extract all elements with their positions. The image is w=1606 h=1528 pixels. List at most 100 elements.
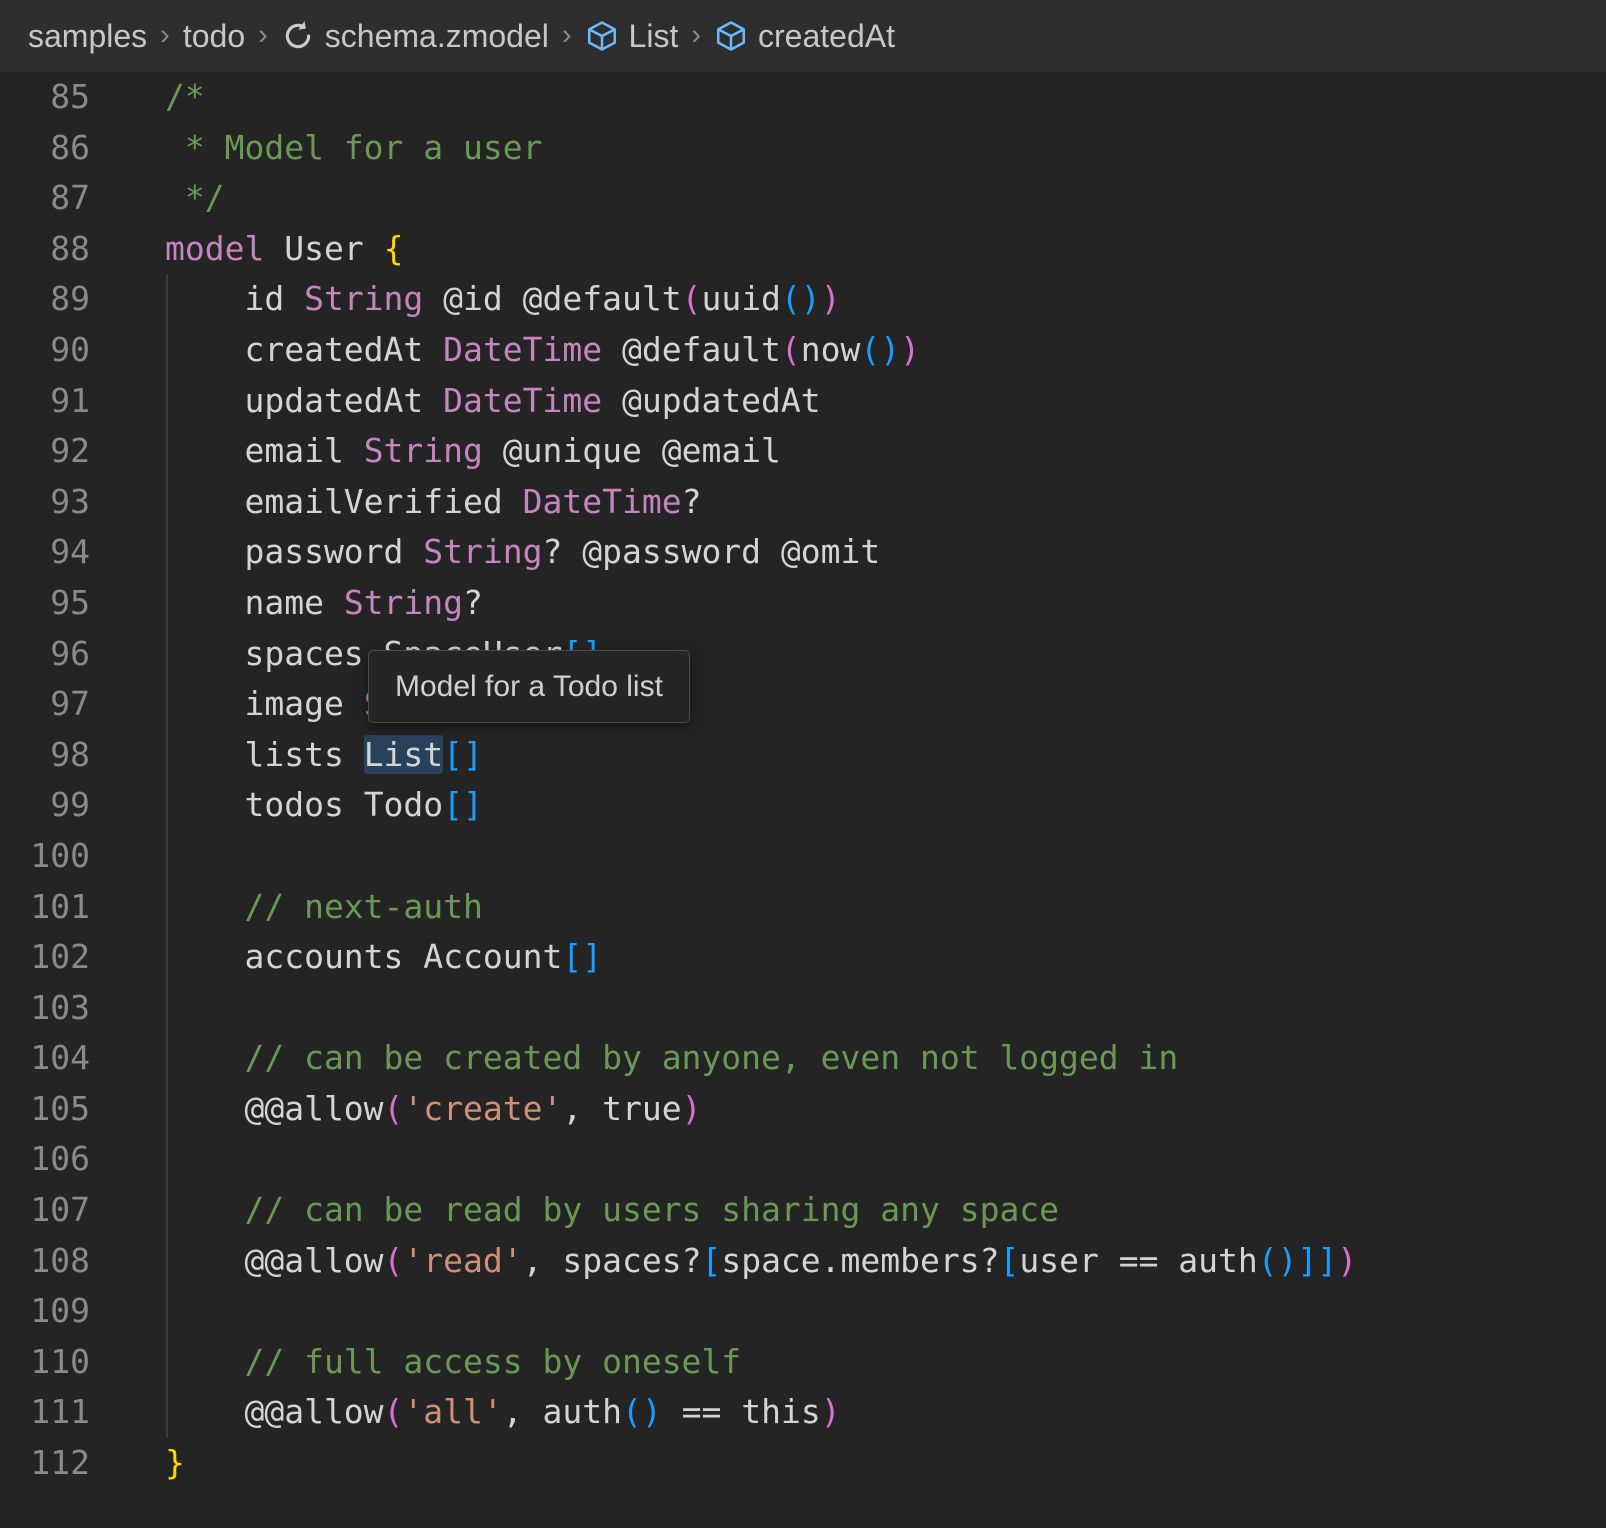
- breadcrumb-item-createdat[interactable]: createdAt: [714, 18, 895, 55]
- code-line-row: 111 @@allow('all', auth() == this): [0, 1387, 1606, 1438]
- code-line[interactable]: // can be read by users sharing any spac…: [165, 1185, 1059, 1236]
- code-token: String: [304, 279, 423, 318]
- editor[interactable]: 85 /* 86 * Model for a user 87 */ 88 model Us…: [0, 72, 1606, 1489]
- line-number[interactable]: 108: [0, 1236, 90, 1287]
- line-number[interactable]: 105: [0, 1084, 90, 1135]
- line-number[interactable]: 101: [0, 882, 90, 933]
- code-token: image: [165, 684, 364, 723]
- code-line[interactable]: model User {: [165, 224, 403, 275]
- code-line[interactable]: name String?: [165, 578, 483, 629]
- code-token: ,: [503, 1392, 543, 1431]
- code-line-row: 110 // full access by oneself: [0, 1337, 1606, 1388]
- code-line[interactable]: // next-auth: [165, 882, 483, 933]
- code-line-row: 104 // can be created by anyone, even no…: [0, 1033, 1606, 1084]
- code-line[interactable]: @@allow('create', true): [165, 1084, 701, 1135]
- code-line[interactable]: @@allow('all', auth() == this): [165, 1387, 841, 1438]
- breadcrumb-item-samples[interactable]: samples: [28, 18, 147, 55]
- breadcrumb-item-schema-zmodel[interactable]: schema.zmodel: [281, 18, 549, 55]
- symbol-class-icon: [714, 19, 748, 53]
- code-line[interactable]: // can be created by anyone, even not lo…: [165, 1033, 1178, 1084]
- code-token: uuid: [701, 279, 780, 318]
- line-number[interactable]: 102: [0, 932, 90, 983]
- code-token: space.members?: [721, 1241, 999, 1280]
- line-number[interactable]: 91: [0, 376, 90, 427]
- line-number[interactable]: 96: [0, 629, 90, 680]
- code-token: /*: [165, 77, 205, 116]
- code-line[interactable]: * Model for a user: [165, 123, 543, 174]
- code-token: ): [821, 1392, 841, 1431]
- code-token: []: [562, 937, 602, 976]
- code-token: user == auth: [1019, 1241, 1257, 1280]
- code-token: (: [682, 279, 702, 318]
- breadcrumb-item-list[interactable]: List: [585, 18, 679, 55]
- code-line-row: 94 password String? @password @omit: [0, 527, 1606, 578]
- code-line[interactable]: todos Todo[]: [165, 780, 483, 831]
- line-number[interactable]: 88: [0, 224, 90, 275]
- code-line[interactable]: password String? @password @omit: [165, 527, 880, 578]
- code-token: // can be read by users sharing any spac…: [165, 1190, 1059, 1229]
- breadcrumb-label: todo: [183, 18, 245, 55]
- sync-icon: [281, 19, 315, 53]
- code-line[interactable]: @@allow('read', spaces?[space.members?[u…: [165, 1236, 1357, 1287]
- line-number[interactable]: 87: [0, 173, 90, 224]
- line-number[interactable]: 98: [0, 730, 90, 781]
- line-number[interactable]: 94: [0, 527, 90, 578]
- code-line[interactable]: email String @unique @email: [165, 426, 781, 477]
- code-token: @@allow: [165, 1392, 384, 1431]
- line-number[interactable]: 103: [0, 983, 90, 1034]
- code-line[interactable]: id String @id @default(uuid()): [165, 274, 841, 325]
- breadcrumb-item-todo[interactable]: todo: [183, 18, 245, 55]
- code-line-row: 85 /*: [0, 72, 1606, 123]
- code-token: 'all': [403, 1392, 502, 1431]
- code-line[interactable]: lists List[]: [165, 730, 483, 781]
- line-number[interactable]: 89: [0, 274, 90, 325]
- code-token: DateTime: [523, 482, 682, 521]
- line-number[interactable]: 90: [0, 325, 90, 376]
- code-line[interactable]: emailVerified DateTime?: [165, 477, 701, 528]
- code-line-row: 109: [0, 1286, 1606, 1337]
- code-token: (): [1258, 1241, 1298, 1280]
- line-number[interactable]: 111: [0, 1387, 90, 1438]
- line-number[interactable]: 104: [0, 1033, 90, 1084]
- code-token: ): [821, 279, 841, 318]
- code-token: lists: [165, 735, 364, 774]
- code-token: auth: [543, 1392, 622, 1431]
- line-number[interactable]: 112: [0, 1438, 90, 1489]
- code-line[interactable]: accounts Account[]: [165, 932, 602, 983]
- line-number[interactable]: 95: [0, 578, 90, 629]
- code-line-row: 95 name String?: [0, 578, 1606, 629]
- code-line-row: 98 lists List[]: [0, 730, 1606, 781]
- line-number[interactable]: 106: [0, 1134, 90, 1185]
- code-line-row: 97 image String?: [0, 679, 1606, 730]
- code-line[interactable]: /*: [165, 72, 205, 123]
- line-number[interactable]: 92: [0, 426, 90, 477]
- code-line[interactable]: createdAt DateTime @default(now()): [165, 325, 920, 376]
- line-number[interactable]: 93: [0, 477, 90, 528]
- code-token: model: [165, 229, 264, 268]
- code-token: email: [165, 431, 364, 470]
- line-number[interactable]: 86: [0, 123, 90, 174]
- code-token: []: [443, 735, 483, 774]
- code-line-row: 88 model User {: [0, 224, 1606, 275]
- line-number[interactable]: 99: [0, 780, 90, 831]
- line-number[interactable]: 100: [0, 831, 90, 882]
- line-number[interactable]: 109: [0, 1286, 90, 1337]
- line-number[interactable]: 107: [0, 1185, 90, 1236]
- line-number[interactable]: 97: [0, 679, 90, 730]
- code-token: DateTime: [443, 381, 602, 420]
- code-token: (): [622, 1392, 662, 1431]
- code-token: (: [384, 1392, 404, 1431]
- code-line-row: 112}: [0, 1438, 1606, 1489]
- code-token: * Model for a user: [165, 128, 543, 167]
- code-token: accounts: [165, 937, 423, 976]
- code-line[interactable]: updatedAt DateTime @updatedAt: [165, 376, 821, 427]
- code-line[interactable]: // full access by oneself: [165, 1337, 741, 1388]
- line-number[interactable]: 110: [0, 1337, 90, 1388]
- code-line[interactable]: }: [165, 1438, 185, 1489]
- code-line[interactable]: */: [165, 173, 225, 224]
- code-line-row: 103: [0, 983, 1606, 1034]
- line-number[interactable]: 85: [0, 72, 90, 123]
- code-line-row: 105 @@allow('create', true): [0, 1084, 1606, 1135]
- code-token: Todo: [364, 785, 443, 824]
- code-token: ): [1337, 1241, 1357, 1280]
